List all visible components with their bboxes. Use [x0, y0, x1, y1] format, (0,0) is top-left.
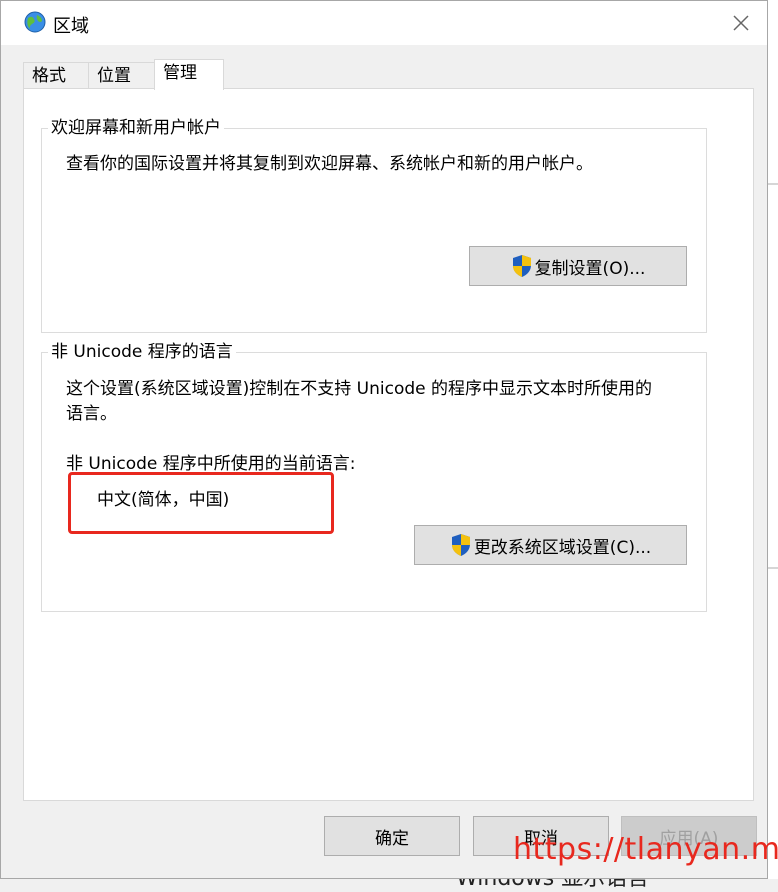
ok-button[interactable]: 确定 — [324, 816, 460, 856]
uac-shield-icon — [512, 255, 531, 277]
title-bar: 区域 — [1, 1, 767, 45]
uac-shield-icon — [451, 534, 470, 556]
close-icon[interactable] — [729, 11, 753, 35]
copy-settings-button[interactable]: 复制设置(O)... — [469, 246, 687, 286]
tab-formats[interactable]: 格式 — [23, 62, 89, 89]
copy-settings-label: 复制设置(O)... — [534, 258, 646, 279]
tab-panel-administrative: 欢迎屏幕和新用户帐户 查看你的国际设置并将其复制到欢迎屏幕、系统帐户和新的用户帐… — [23, 88, 754, 801]
globe-icon — [24, 11, 46, 33]
window-title: 区域 — [53, 16, 89, 37]
tab-administrative[interactable]: 管理 — [154, 59, 224, 90]
highlight-box — [68, 472, 334, 534]
region-dialog: 区域 格式 位置 管理 欢迎屏幕和新用户帐户 查看你的国际设置并将其复制到欢迎屏… — [0, 0, 768, 879]
welcome-screen-group: 欢迎屏幕和新用户帐户 查看你的国际设置并将其复制到欢迎屏幕、系统帐户和新的用户帐… — [41, 117, 707, 333]
non-unicode-description-line1: 这个设置(系统区域设置)控制在不支持 Unicode 的程序中显示文本时所使用的 — [66, 379, 653, 399]
welcome-description: 查看你的国际设置并将其复制到欢迎屏幕、系统帐户和新的用户帐户。 — [66, 154, 593, 174]
non-unicode-group-label: 非 Unicode 程序的语言 — [48, 341, 236, 363]
welcome-group-label: 欢迎屏幕和新用户帐户 — [48, 117, 224, 139]
tab-location[interactable]: 位置 — [88, 62, 155, 89]
change-system-locale-label: 更改系统区域设置(C)... — [473, 537, 652, 558]
non-unicode-description-line2: 语言。 — [66, 404, 117, 424]
watermark: https://tlanyan.me — [513, 832, 778, 867]
change-system-locale-button[interactable]: 更改系统区域设置(C)... — [414, 525, 687, 565]
